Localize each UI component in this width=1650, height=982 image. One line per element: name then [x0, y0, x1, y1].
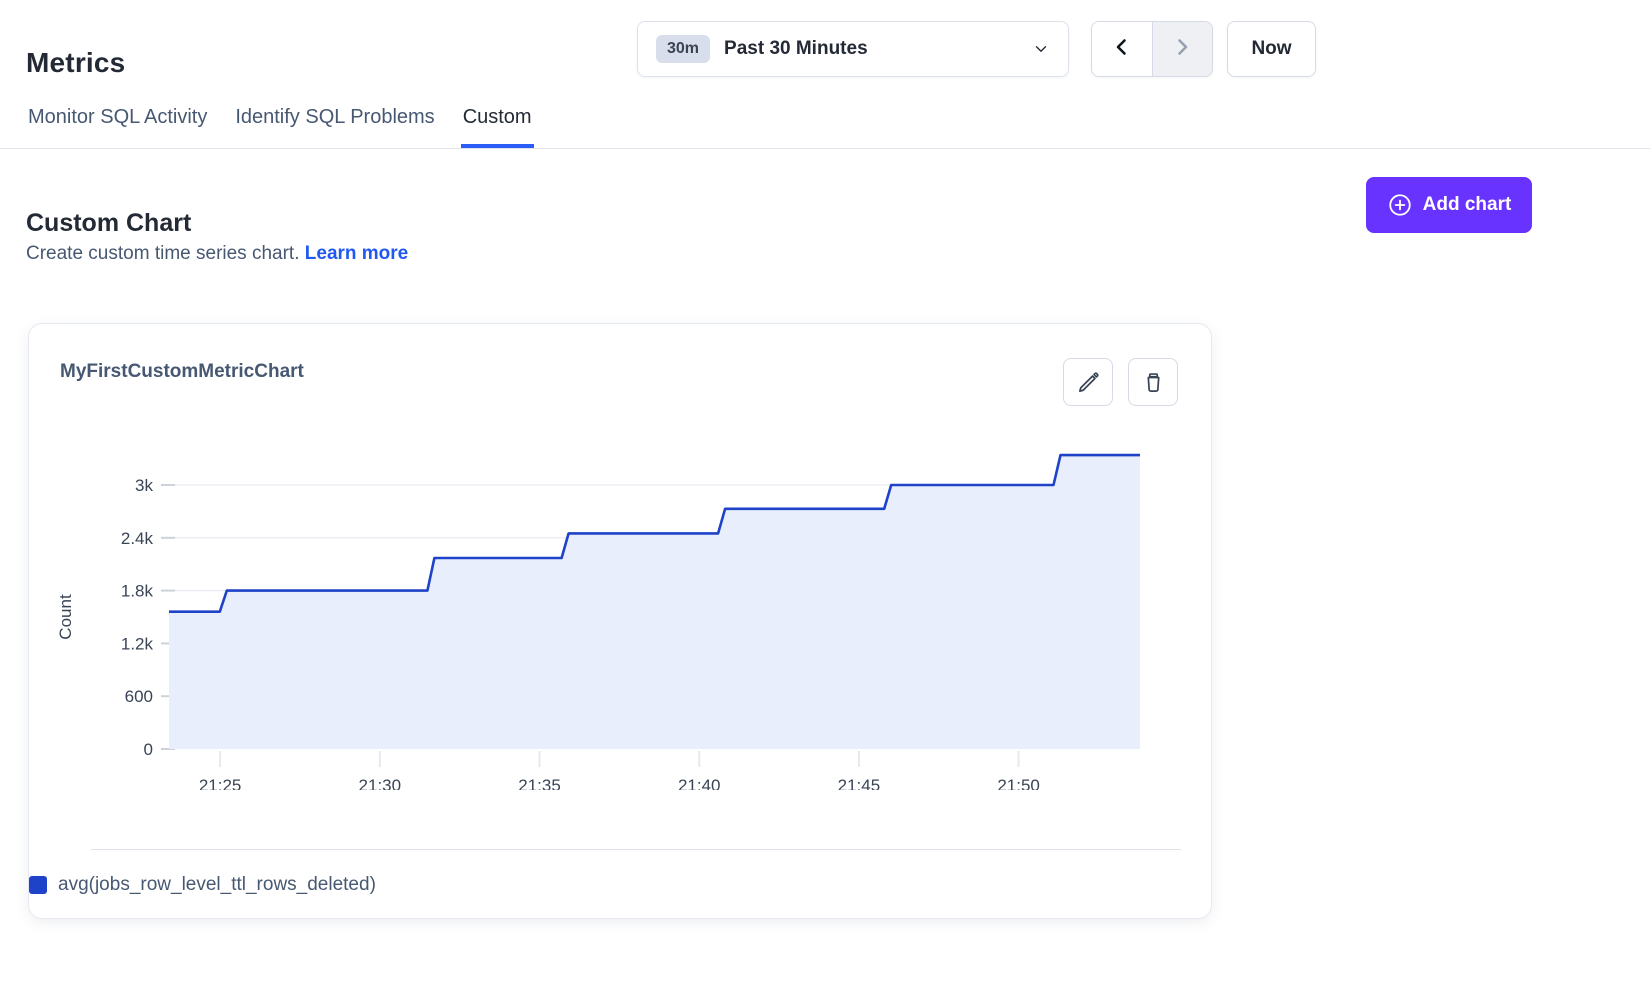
tab-custom[interactable]: Custom: [461, 100, 534, 148]
svg-text:21:40: 21:40: [678, 776, 721, 790]
tab-monitor-sql-activity[interactable]: Monitor SQL Activity: [26, 100, 209, 148]
tab-identify-sql-problems[interactable]: Identify SQL Problems: [233, 100, 436, 148]
custom-metric-chart-card: MyFirstCustomMetricChart 0 600 1.2k 1.8k 2.4…: [28, 323, 1212, 919]
svg-text:21:35: 21:35: [518, 776, 561, 790]
now-button[interactable]: Now: [1227, 21, 1316, 77]
prev-time-button[interactable]: [1092, 22, 1153, 76]
svg-text:1.8k: 1.8k: [121, 582, 154, 601]
next-time-button[interactable]: [1153, 22, 1213, 76]
svg-text:21:45: 21:45: [838, 776, 881, 790]
section-title: Custom Chart: [26, 209, 191, 238]
svg-text:21:30: 21:30: [359, 776, 402, 790]
svg-text:1.2k: 1.2k: [121, 634, 154, 653]
legend-divider: [91, 849, 1181, 850]
tabs-bar: Monitor SQL Activity Identify SQL Proble…: [0, 100, 1650, 149]
learn-more-link[interactable]: Learn more: [305, 243, 408, 264]
section-subtitle: Create custom time series chart. Learn m…: [26, 243, 408, 265]
chevron-left-icon: [1110, 35, 1134, 64]
time-nav-arrows: [1091, 21, 1213, 77]
delete-chart-button[interactable]: [1128, 358, 1178, 406]
chevron-down-icon: [1032, 40, 1050, 58]
duration-badge: 30m: [656, 35, 710, 63]
x-ticks: 21:25 21:30 21:35 21:40 21:45 21:50: [199, 751, 1040, 790]
chart-legend[interactable]: avg(jobs_row_level_ttl_rows_deleted): [29, 874, 376, 896]
now-button-label: Now: [1251, 38, 1291, 60]
chart-title: MyFirstCustomMetricChart: [60, 361, 304, 383]
pencil-icon: [1077, 371, 1100, 394]
add-chart-button[interactable]: Add chart: [1366, 177, 1532, 233]
legend-series-label: avg(jobs_row_level_ttl_rows_deleted): [58, 874, 376, 896]
svg-text:0: 0: [144, 740, 153, 759]
legend-swatch: [29, 876, 47, 894]
page-title: Metrics: [26, 47, 125, 79]
series-area: [169, 455, 1140, 749]
time-range-selector[interactable]: 30m Past 30 Minutes: [637, 21, 1069, 77]
subtitle-text: Create custom time series chart.: [26, 243, 299, 264]
y-axis-title: Count: [56, 594, 75, 640]
time-range-label: Past 30 Minutes: [724, 38, 868, 60]
plus-circle-icon: [1387, 192, 1413, 218]
trash-icon: [1142, 371, 1165, 394]
svg-text:3k: 3k: [135, 476, 153, 495]
svg-text:600: 600: [125, 687, 153, 706]
custom-chart-plot[interactable]: 06001.2k1.8k2.4k3k21:2521:3021:3521:4021…: [55, 412, 1195, 790]
chevron-right-icon: [1170, 35, 1194, 64]
add-chart-label: Add chart: [1423, 194, 1512, 216]
svg-text:21:50: 21:50: [997, 776, 1040, 790]
svg-text:21:25: 21:25: [199, 776, 242, 790]
edit-chart-button[interactable]: [1063, 358, 1113, 406]
svg-text:2.4k: 2.4k: [121, 529, 154, 548]
